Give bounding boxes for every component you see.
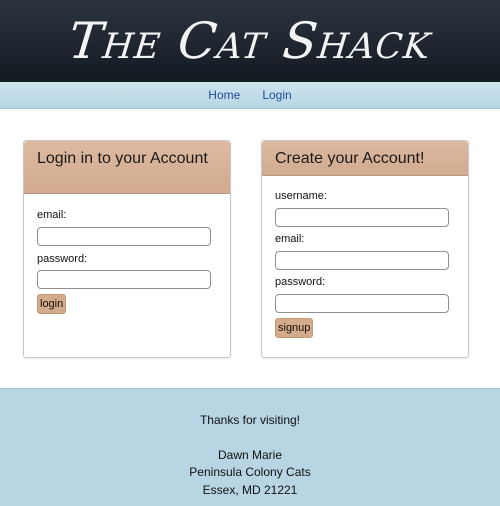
login-email-label: email: (37, 209, 67, 221)
signup-email-input[interactable] (275, 251, 449, 270)
signup-card-title: Create your Account! (262, 141, 468, 176)
footer-name: Dawn Marie (217, 448, 283, 462)
footer-thanks: Thanks for visiting! (199, 413, 301, 427)
site-banner: The Cat Shack (0, 0, 500, 82)
signup-password-input[interactable] (275, 294, 449, 313)
signup-username-input[interactable] (275, 208, 449, 227)
login-card-title: Login in to your Account (24, 141, 230, 194)
signup-button[interactable]: signup (275, 318, 314, 338)
login-email-input[interactable] (37, 227, 211, 246)
login-password-label: password: (37, 253, 88, 265)
footer-organization: Peninsula Colony Cats (189, 465, 311, 479)
signup-password-label: password: (275, 276, 326, 288)
login-card: Login in to your Account email: password… (23, 140, 231, 358)
nav-link-login[interactable]: Login (262, 88, 291, 102)
login-button[interactable]: login (37, 294, 67, 314)
nav-bar: Home Login (0, 82, 500, 109)
signup-card: Create your Account! username: email: pa… (261, 140, 469, 358)
signup-username-label: username: (275, 190, 327, 202)
site-footer: Thanks for visiting! Dawn Marie Peninsul… (0, 388, 500, 506)
footer-address: Essex, MD 21221 (202, 483, 298, 497)
site-title: The Cat Shack (65, 12, 435, 70)
signup-email-label: email: (275, 233, 305, 245)
login-password-input[interactable] (37, 270, 211, 289)
nav-link-home[interactable]: Home (208, 88, 240, 102)
